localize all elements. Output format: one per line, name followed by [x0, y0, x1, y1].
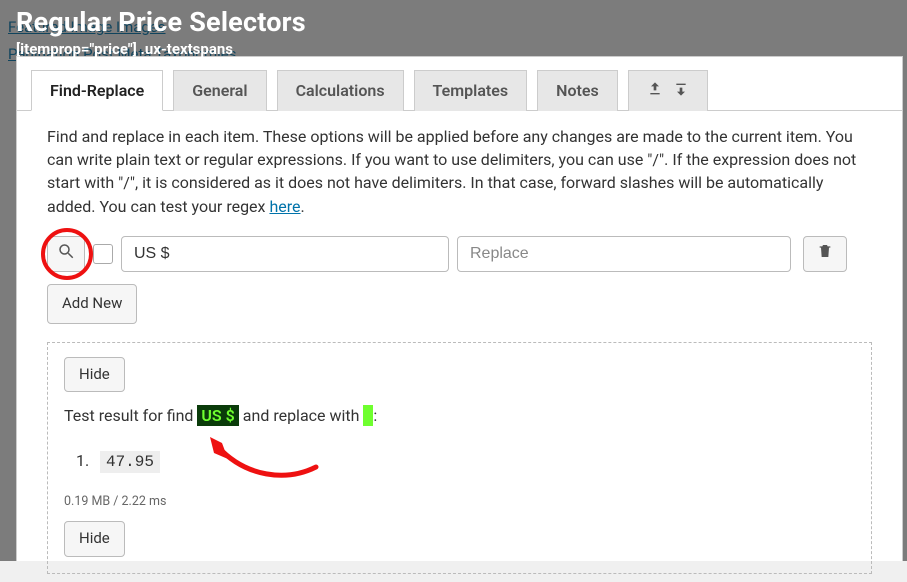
tab-bar: Find-Replace General Calculations Templa…	[17, 57, 902, 111]
result-stats: 0.19 MB / 2.22 ms	[64, 493, 855, 511]
tab-calculations[interactable]: Calculations	[277, 70, 404, 111]
regex-checkbox[interactable]	[93, 244, 113, 264]
test-result-box: Hide Test result for find US $ and repla…	[47, 342, 872, 574]
tab-notes[interactable]: Notes	[537, 70, 618, 111]
regex-test-link[interactable]: here	[269, 197, 300, 216]
modal-subtitle: [itemprop="price"] .ux-textspans	[16, 40, 306, 58]
test-search-button[interactable]	[47, 236, 85, 272]
hide-result-button-top[interactable]: Hide	[64, 357, 125, 393]
add-new-button[interactable]: Add New	[47, 284, 137, 324]
modal-title: Regular Price Selectors	[16, 6, 306, 38]
import-icon	[673, 81, 689, 101]
delete-row-button[interactable]	[803, 236, 847, 272]
trash-icon	[817, 242, 833, 265]
tab-find-replace[interactable]: Find-Replace	[31, 70, 163, 111]
result-summary: Test result for find US $ and replace wi…	[64, 404, 855, 427]
find-replace-row	[47, 236, 872, 272]
description-text: Find and replace in each item. These opt…	[47, 125, 872, 218]
search-icon	[57, 242, 75, 266]
tab-templates[interactable]: Templates	[414, 70, 528, 111]
result-replace-highlight	[363, 405, 373, 426]
result-item-index: 1.	[76, 449, 96, 472]
export-icon	[647, 81, 663, 101]
tab-import-export[interactable]	[628, 70, 708, 111]
tab-general[interactable]: General	[173, 70, 266, 111]
result-find-highlight: US $	[197, 405, 238, 426]
hide-result-button-bottom[interactable]: Hide	[64, 521, 125, 557]
result-list: 1. 47.95	[76, 449, 855, 474]
modal-panel: Find-Replace General Calculations Templa…	[16, 56, 903, 561]
modal-header: Regular Price Selectors [itemprop="price…	[16, 6, 306, 58]
result-item-value: 47.95	[100, 451, 160, 473]
find-input[interactable]	[121, 236, 449, 272]
replace-input[interactable]	[457, 236, 791, 272]
tab-content: Find and replace in each item. These opt…	[17, 111, 902, 582]
